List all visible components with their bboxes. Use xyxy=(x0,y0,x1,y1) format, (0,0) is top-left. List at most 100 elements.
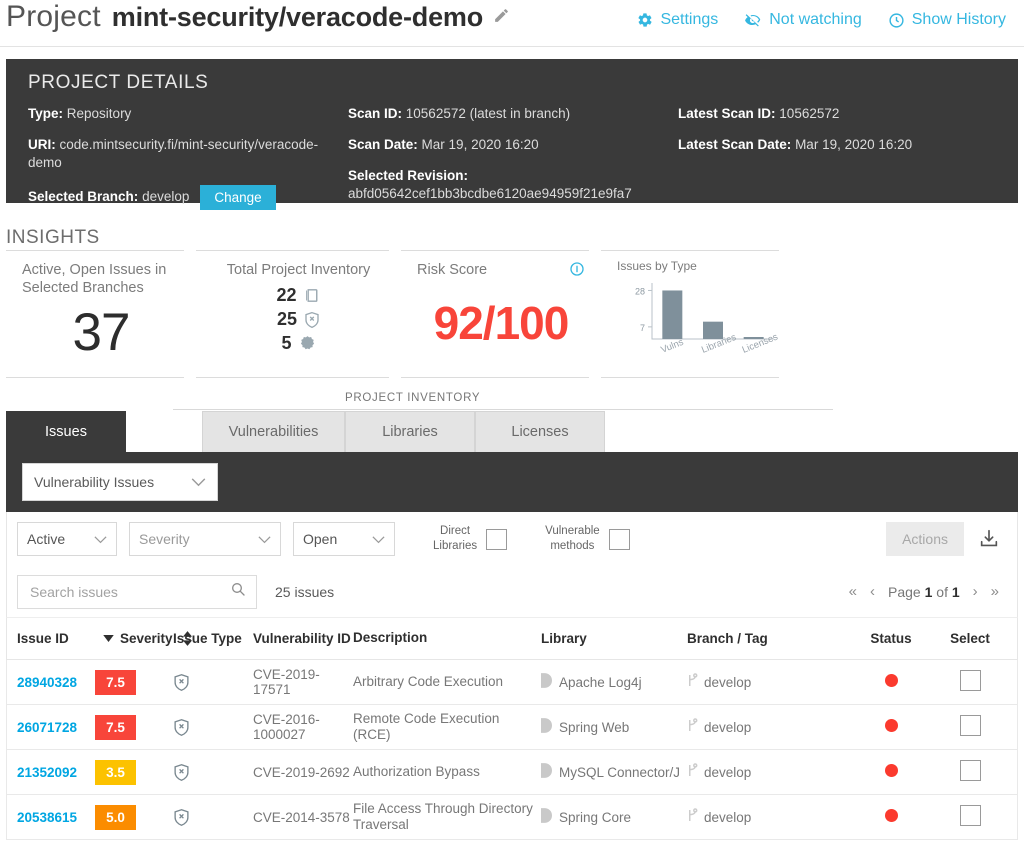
detail-latest-scan-id-value: 10562572 xyxy=(779,106,840,121)
tab-vulnerabilities[interactable]: Vulnerabilities xyxy=(202,411,345,452)
row-select-checkbox[interactable] xyxy=(959,670,981,691)
divider xyxy=(601,250,779,251)
detail-latest-scan-date: Latest Scan Date: Mar 19, 2020 16:20 xyxy=(678,136,1008,154)
project-details-column-middle: Scan ID: 10562572 (latest in branch) Sca… xyxy=(348,105,678,223)
issue-count-label: 25 issues xyxy=(275,583,335,600)
detail-revision-value: abfd05642cef1bb3bcdbe6120ae94959f21e9fa7 xyxy=(348,185,632,201)
prev-page-button[interactable]: ‹ xyxy=(870,583,875,600)
column-header-severity-label: Severity xyxy=(120,631,173,646)
issue-id-link[interactable]: 26071728 xyxy=(17,720,77,735)
search-input[interactable] xyxy=(28,582,223,601)
vulnerability-id-cell: CVE-2014-3578 xyxy=(253,809,350,825)
tab-issues[interactable]: Issues xyxy=(6,411,126,452)
column-header-issue-type[interactable]: Issue Type xyxy=(173,631,253,646)
divider xyxy=(6,377,184,378)
inventory-rows: 22 25 5 xyxy=(212,285,385,354)
divider xyxy=(401,377,589,378)
column-header-status[interactable]: Status xyxy=(847,631,935,646)
watch-toggle-button[interactable]: Not watching xyxy=(744,11,862,29)
table-row[interactable]: 26071728 7.5 CVE-2016-1000027 Remote Code E… xyxy=(6,705,1018,750)
state-filter-select[interactable]: Active xyxy=(17,522,117,556)
inventory-row-libraries: 22 xyxy=(212,285,385,306)
column-header-severity[interactable]: Severity xyxy=(95,631,192,646)
column-header-vulnerability-id[interactable]: Vulnerability ID xyxy=(253,631,353,646)
branch-icon xyxy=(687,718,698,736)
vulnerable-methods-label-line1: Vulnerable xyxy=(545,525,600,538)
branch-icon xyxy=(687,673,698,691)
card-open-issues-title-line2: Selected Branches xyxy=(22,280,144,297)
detail-type: Type: Repository xyxy=(28,105,348,123)
vulnerable-methods-checkbox[interactable] xyxy=(608,528,630,550)
direct-libraries-checkbox[interactable] xyxy=(486,528,508,550)
issues-by-type-chart: 28 7 Vulns Libraries Licenses xyxy=(617,277,780,377)
status-badge xyxy=(884,809,898,822)
direct-libraries-filter: Direct Libraries xyxy=(433,524,508,554)
detail-scan-date: Scan Date: Mar 19, 2020 16:20 xyxy=(348,136,678,154)
card-open-issues-value: 37 xyxy=(72,302,131,362)
chevron-down-icon xyxy=(258,531,271,547)
pagination-label: Page 1 of 1 xyxy=(888,584,960,600)
column-header-branch-tag[interactable]: Branch / Tag xyxy=(687,631,847,646)
vulnerability-id-cell: CVE-2019-17571 xyxy=(253,667,320,697)
search-box[interactable] xyxy=(17,574,257,609)
detail-scan-id: Scan ID: 10562572 (latest in branch) xyxy=(348,105,678,123)
sort-descending-icon xyxy=(103,635,114,642)
svg-text:Licenses: Licenses xyxy=(741,331,780,355)
status-badge xyxy=(884,674,898,687)
column-header-description[interactable]: Description xyxy=(353,630,541,646)
status-filter-select[interactable]: Open xyxy=(293,522,395,556)
detail-revision-label: Selected Revision: xyxy=(348,167,469,183)
library-cell: Spring Core xyxy=(541,808,687,826)
library-icon xyxy=(541,808,552,826)
page-header: Project mint-security/veracode-demo Sett… xyxy=(0,0,1024,47)
branch-icon xyxy=(687,808,698,826)
row-select-checkbox[interactable] xyxy=(959,760,981,781)
column-header-library[interactable]: Library xyxy=(541,631,687,646)
tab-libraries[interactable]: Libraries xyxy=(345,411,475,452)
description-cell: Authorization Bypass xyxy=(353,763,480,779)
issue-type-strip: Vulnerability Issues xyxy=(6,452,1018,512)
branch-cell: develop xyxy=(687,763,847,781)
inventory-licenses-count: 5 xyxy=(281,333,292,354)
branch-icon xyxy=(687,763,698,781)
issue-id-link[interactable]: 20538615 xyxy=(17,810,77,825)
severity-badge: 3.5 xyxy=(95,759,136,785)
table-row[interactable]: 28940328 7.5 CVE-2019-17571 Arbitrary Code … xyxy=(6,660,1018,705)
inventory-libraries-count: 22 xyxy=(276,285,297,306)
detail-type-value: Repository xyxy=(66,106,132,121)
severity-filter-select[interactable]: Severity xyxy=(129,522,281,556)
row-select-checkbox[interactable] xyxy=(959,805,981,826)
column-header-issue-id[interactable]: Issue ID xyxy=(7,631,95,646)
issue-type-select-value: Vulnerability Issues xyxy=(34,474,155,490)
info-icon[interactable] xyxy=(569,261,585,282)
table-row[interactable]: 20538615 5.0 CVE-2014-3578 File Access Thro… xyxy=(6,795,1018,840)
row-select-checkbox[interactable] xyxy=(959,715,981,736)
issue-type-select[interactable]: Vulnerability Issues xyxy=(22,463,218,501)
issue-id-link[interactable]: 28940328 xyxy=(17,675,77,690)
settings-button[interactable]: Settings xyxy=(637,11,718,29)
column-header-select[interactable]: Select xyxy=(935,631,1005,646)
detail-branch-value: develop xyxy=(142,189,190,205)
page-title: Project mint-security/veracode-demo xyxy=(6,0,637,34)
divider xyxy=(601,377,779,378)
detail-scan-id-label: Scan ID: xyxy=(348,106,403,121)
branch-cell: develop xyxy=(687,808,847,826)
download-icon[interactable] xyxy=(978,528,1000,550)
next-page-button[interactable]: › xyxy=(973,583,978,600)
divider xyxy=(6,250,184,251)
project-page: Project mint-security/veracode-demo Sett… xyxy=(0,0,1024,843)
actions-button[interactable]: Actions xyxy=(886,522,964,556)
last-page-button[interactable]: » xyxy=(991,583,999,600)
detail-latest-scan-date-value: Mar 19, 2020 16:20 xyxy=(795,136,913,152)
pencil-icon[interactable] xyxy=(493,7,510,24)
first-page-button[interactable]: « xyxy=(849,583,857,600)
divider xyxy=(401,250,589,251)
table-row[interactable]: 21352092 3.5 CVE-2019-2692 Authorization By… xyxy=(6,750,1018,795)
card-open-issues: Active, Open Issues in Selected Branches… xyxy=(6,250,196,378)
issues-table: Issue ID Severity Issue Type Vulnerabili… xyxy=(6,618,1018,840)
show-history-button[interactable]: Show History xyxy=(888,11,1006,29)
tab-licenses[interactable]: Licenses xyxy=(475,411,605,452)
issue-id-link[interactable]: 21352092 xyxy=(17,765,77,780)
detail-uri-value: code.mintsecurity.fi/mint-security/verac… xyxy=(28,136,319,170)
change-branch-button[interactable]: Change xyxy=(200,184,276,210)
